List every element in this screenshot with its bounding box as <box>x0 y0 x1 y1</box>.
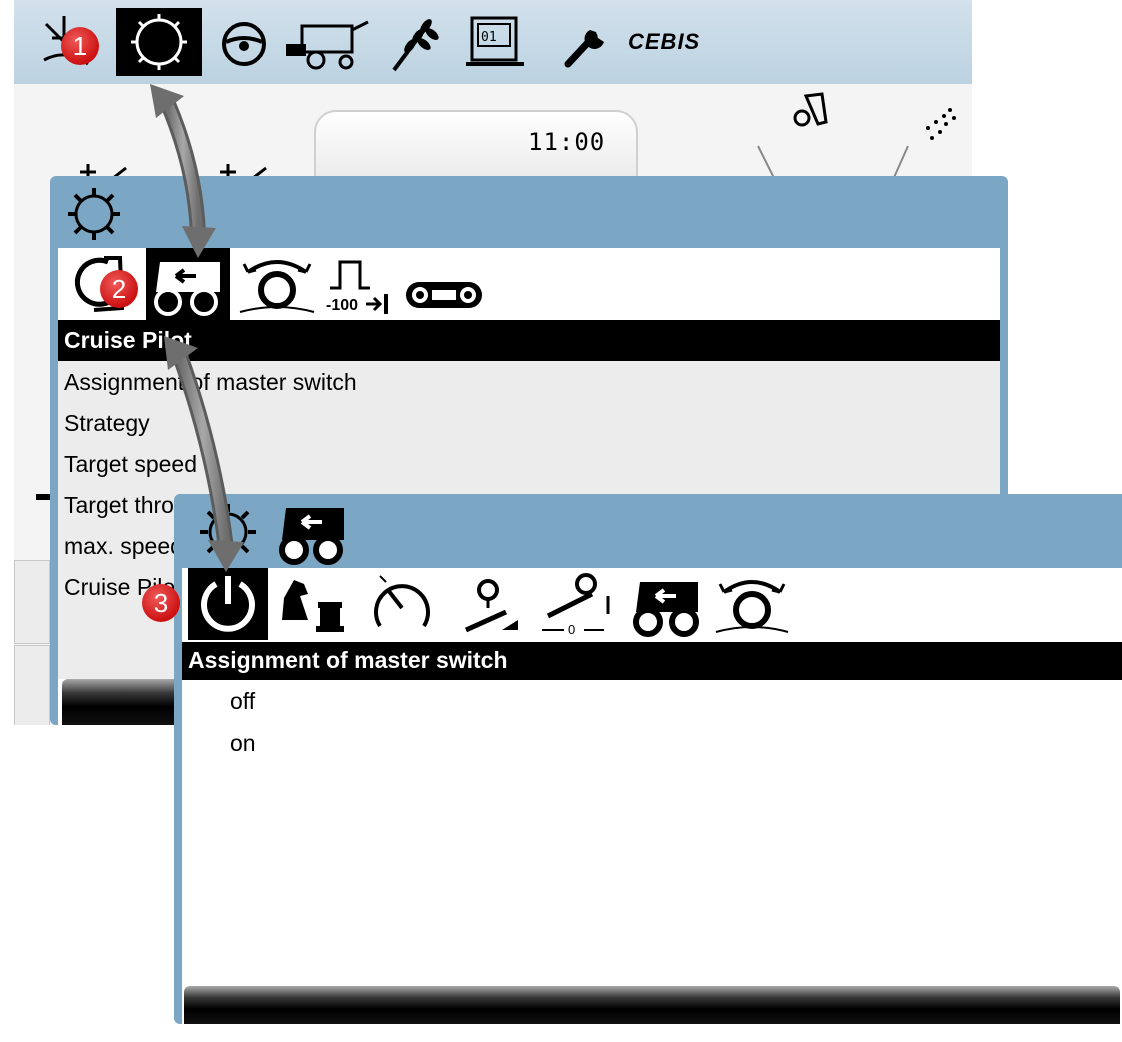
step-badge-2: 2 <box>100 270 138 308</box>
navigation-arrows <box>150 84 244 572</box>
arrow-1-to-2 <box>150 84 216 258</box>
step-badge-3: 3 <box>142 584 180 622</box>
arrow-2-to-3 <box>164 336 244 572</box>
step-badge-1: 1 <box>61 27 99 65</box>
